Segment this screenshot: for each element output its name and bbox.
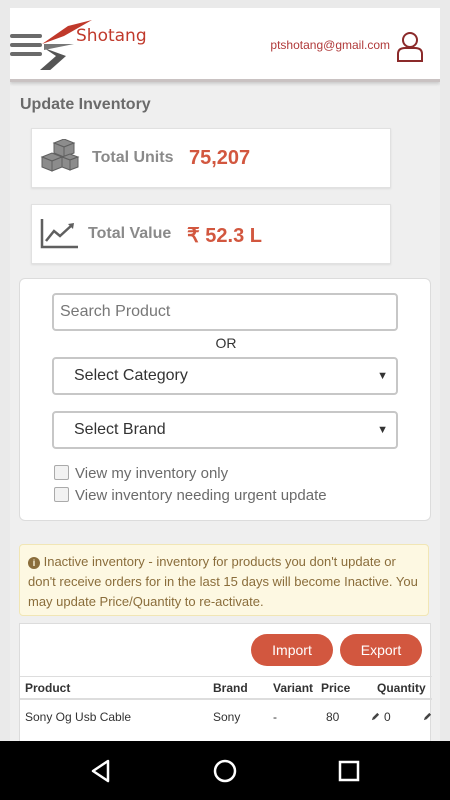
row-brand: Sony (213, 710, 241, 724)
user-profile-icon[interactable] (396, 30, 424, 62)
column-header-variant: Variant (273, 681, 314, 695)
row-quantity-cell[interactable]: 0 (371, 710, 391, 724)
info-icon: i (28, 557, 40, 569)
brand-name: Shotang (76, 26, 147, 46)
column-header-quantity: Quantity (377, 681, 426, 695)
total-units-card: Total Units 75,207 (31, 128, 391, 188)
user-email: ptshotang@gmail.com (270, 38, 390, 52)
total-value-card: Total Value ₹ 52.3 L (31, 204, 391, 264)
total-units-label: Total Units (92, 149, 174, 166)
boxes-icon (40, 139, 80, 172)
column-header-product: Product (25, 681, 71, 695)
column-header-brand: Brand (213, 681, 248, 695)
dropdown-caret-icon: ▼ (377, 370, 388, 382)
my-inventory-checkbox-label: View my inventory only (75, 465, 229, 482)
category-select[interactable]: Select Category ▼ (52, 357, 398, 395)
app-screen: Shotang ptshotang@gmail.com Update Inven… (10, 8, 440, 741)
my-inventory-checkbox-row[interactable]: View my inventory only (54, 465, 228, 482)
notice-text: Inactive inventory - inventory for produ… (28, 554, 418, 609)
row-product: Sony Og Usb Cable (25, 710, 132, 724)
total-value-label: Total Value (88, 225, 172, 242)
table-header: Product Brand Variant Price Quantity (20, 676, 432, 700)
android-navigation-bar (0, 741, 450, 800)
app-header: Shotang ptshotang@gmail.com (10, 8, 440, 82)
urgent-update-checkbox-row[interactable]: View inventory needing urgent update (54, 487, 327, 504)
page-title: Update Inventory (20, 96, 151, 113)
table-row[interactable]: Sony Og Usb Cable Sony - 80 0 (20, 701, 432, 731)
or-separator: OR (215, 335, 237, 351)
brand-select[interactable]: Select Brand ▼ (52, 411, 398, 449)
total-units-value: 75,207 (189, 147, 251, 169)
row-quantity: 0 (384, 710, 391, 724)
row-extra-edit[interactable] (423, 710, 436, 724)
brand-select-label: Select Brand (74, 421, 166, 438)
home-icon[interactable] (212, 758, 238, 784)
inventory-table-card: Import Export Product Brand Variant Pric… (19, 623, 432, 741)
column-header-price: Price (321, 681, 351, 695)
import-button[interactable]: Import (251, 634, 333, 666)
urgent-update-checkbox-label: View inventory needing urgent update (75, 487, 327, 504)
export-button[interactable]: Export (340, 634, 422, 666)
search-product-input[interactable] (52, 293, 398, 331)
inactive-inventory-notice: i Inactive inventory - inventory for pro… (19, 544, 429, 616)
line-chart-icon (40, 219, 78, 249)
recent-apps-icon[interactable] (336, 758, 362, 784)
back-icon[interactable] (88, 758, 114, 784)
total-value-amount: ₹ 52.3 L (187, 225, 262, 247)
pencil-edit-icon[interactable] (371, 712, 380, 721)
row-variant: - (273, 710, 277, 724)
category-select-label: Select Category (74, 367, 188, 384)
filter-panel: OR Select Category ▼ Select Brand ▼ View… (19, 278, 431, 521)
urgent-update-checkbox[interactable] (54, 487, 69, 502)
pencil-edit-icon[interactable] (423, 712, 432, 721)
my-inventory-checkbox[interactable] (54, 465, 69, 480)
row-price: 80 (326, 710, 340, 724)
dropdown-caret-icon: ▼ (377, 424, 388, 436)
